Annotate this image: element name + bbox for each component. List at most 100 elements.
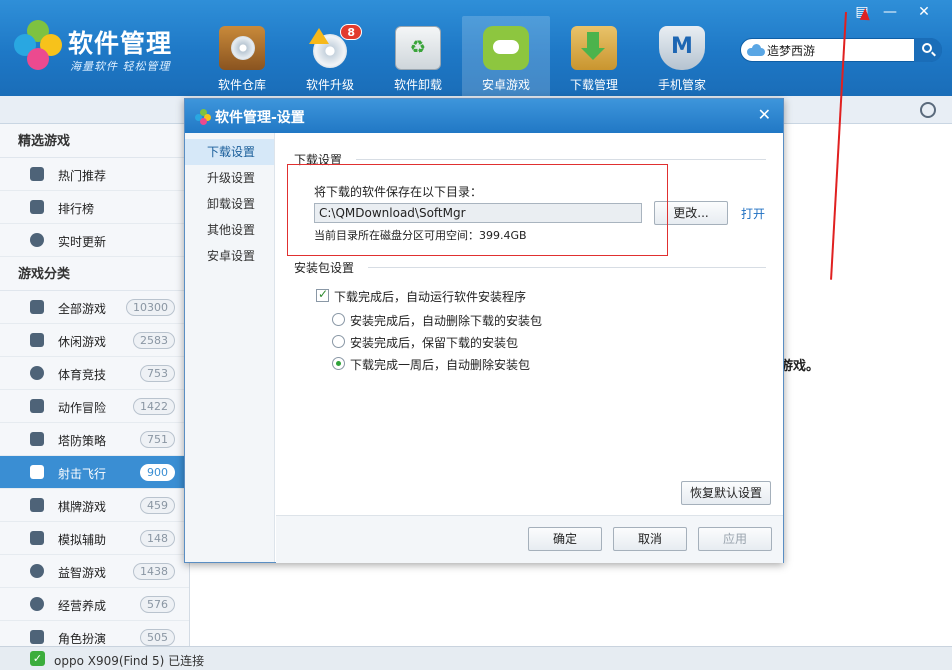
auto-install-checkbox[interactable] [316, 287, 329, 302]
sidebar-item-sports[interactable]: 体育竞技 753 [0, 357, 189, 390]
radio-delete-after-week[interactable] [332, 357, 345, 370]
sidebar-section-categories: 游戏分类 [0, 257, 189, 291]
count-badge: 2583 [133, 332, 175, 349]
shield-m-icon: M [659, 26, 705, 70]
count-badge: 576 [140, 596, 175, 613]
cup-icon [30, 333, 44, 347]
person-icon [30, 630, 44, 644]
grid-icon [30, 300, 44, 314]
refresh-icon[interactable] [920, 102, 936, 118]
dialog-titlebar: 软件管理-设置 ✕ [185, 99, 783, 133]
disc-box-icon [219, 26, 265, 70]
trophy-icon [30, 200, 44, 214]
cancel-button[interactable]: 取消 [613, 527, 687, 551]
sidebar-item-hot[interactable]: 热门推荐 [0, 158, 189, 191]
tab-upgrade-settings[interactable]: 升级设置 [185, 165, 274, 191]
bulb-icon [30, 564, 44, 578]
count-badge: 753 [140, 365, 175, 382]
radio-keep-package[interactable] [332, 335, 345, 348]
sidebar-item-shooting[interactable]: 射击飞行 900 [0, 456, 189, 489]
device-status: oppo X909(Find 5) 已连接 [54, 654, 205, 668]
nav-software-uninstall[interactable]: ♻ 软件卸载 [374, 16, 462, 96]
pie-icon [30, 597, 44, 611]
count-badge: 1422 [133, 398, 175, 415]
ball-icon [30, 366, 44, 380]
main-content-text: 游戏。 [780, 359, 820, 374]
count-badge: 10300 [126, 299, 175, 316]
app-title: 软件管理 [68, 29, 173, 58]
chess-icon [30, 498, 44, 512]
app-slogan: 海量软件 轻松管理 [70, 60, 171, 73]
sidebar-item-action[interactable]: 动作冒险 1422 [0, 390, 189, 423]
open-folder-link[interactable]: 打开 [741, 205, 765, 222]
sidebar-item-ranking[interactable]: 排行榜 [0, 191, 189, 224]
android-gamepad-icon [483, 26, 529, 70]
app-logo-icon [195, 109, 211, 125]
sidebar-item-casual[interactable]: 休闲游戏 2583 [0, 324, 189, 357]
plane-icon [30, 465, 44, 479]
nav-android-games[interactable]: 安卓游戏 [462, 16, 550, 96]
dialog-title: 软件管理-设置 [215, 110, 305, 126]
annotation-arrow-head [859, 7, 871, 21]
dialog-nav: 下载设置 升级设置 卸载设置 其他设置 安卓设置 [185, 133, 275, 562]
radio-delete-after-install[interactable] [332, 313, 345, 326]
section-install-title: 安装包设置 [294, 261, 355, 275]
ok-button[interactable]: 确定 [528, 527, 602, 551]
recycle-bin-icon: ♻ [395, 26, 441, 70]
divider [368, 267, 766, 268]
check-icon: ✓ [30, 651, 45, 666]
download-folder-icon [571, 26, 617, 70]
count-badge: 459 [140, 497, 175, 514]
option-label: 下载完成一周后，自动删除安装包 [350, 358, 531, 372]
count-badge: 505 [140, 629, 175, 646]
dialog-close-button[interactable]: ✕ [758, 105, 771, 124]
main-nav: 软件仓库 8 软件升级 ♻ 软件卸载 安卓游戏 下载管理 M 手机管家 [198, 16, 726, 96]
count-badge: 900 [140, 464, 175, 481]
sidebar-item-tower[interactable]: 塔防策略 751 [0, 423, 189, 456]
count-badge: 1438 [133, 563, 175, 580]
sidebar-item-chess[interactable]: 棋牌游戏 459 [0, 489, 189, 522]
cloud-icon [747, 44, 765, 56]
clock-icon [30, 233, 44, 247]
status-bar: ✓ oppo X909(Find 5) 已连接 [0, 646, 952, 670]
tab-android-settings[interactable]: 安卓设置 [185, 243, 274, 269]
search-button[interactable] [914, 38, 942, 62]
sidebar-item-realtime[interactable]: 实时更新 [0, 224, 189, 257]
dialog-footer: 确定 取消 应用 [276, 515, 783, 563]
close-window-button[interactable]: ✕ [910, 0, 938, 26]
sidebar-item-puzzle[interactable]: 益智游戏 1438 [0, 555, 189, 588]
nav-software-upgrade[interactable]: 8 软件升级 [286, 16, 374, 96]
option-label: 安装完成后，自动删除下载的安装包 [350, 314, 543, 328]
sidebar-item-rpg[interactable]: 角色扮演 505 [0, 621, 189, 646]
app-header: 软件管理 海量软件 轻松管理 软件仓库 8 软件升级 ♻ 软件卸载 安卓游戏 下… [0, 0, 952, 96]
tab-other-settings[interactable]: 其他设置 [185, 217, 274, 243]
divider [356, 159, 766, 160]
search-box [740, 38, 942, 62]
restore-defaults-button[interactable]: 恢复默认设置 [681, 481, 771, 505]
sidebar-item-all[interactable]: 全部游戏 10300 [0, 291, 189, 324]
minimize-button[interactable]: — [876, 0, 904, 26]
count-badge: 148 [140, 530, 175, 547]
highlight-box [287, 164, 668, 256]
upgrade-count-badge: 8 [340, 24, 362, 40]
nav-software-store[interactable]: 软件仓库 [198, 16, 286, 96]
search-input[interactable] [767, 42, 913, 58]
settings-dialog: 软件管理-设置 ✕ 下载设置 升级设置 卸载设置 其他设置 安卓设置 下载设置 … [184, 98, 784, 563]
sidebar-item-management[interactable]: 经营养成 576 [0, 588, 189, 621]
runner-icon [30, 399, 44, 413]
wrench-icon [30, 531, 44, 545]
nav-phone-manager[interactable]: M 手机管家 [638, 16, 726, 96]
tab-uninstall-settings[interactable]: 卸载设置 [185, 191, 274, 217]
app-logo-icon [14, 20, 62, 72]
sidebar: 精选游戏 热门推荐 排行榜 实时更新 游戏分类 全部游戏 10300 休闲游戏 … [0, 124, 190, 646]
apply-button[interactable]: 应用 [698, 527, 772, 551]
option-label: 安装完成后，保留下载的安装包 [350, 336, 519, 350]
sidebar-section-featured: 精选游戏 [0, 124, 189, 158]
thumbs-up-icon [30, 167, 44, 181]
auto-install-label: 下载完成后，自动运行软件安装程序 [334, 290, 527, 304]
count-badge: 751 [140, 431, 175, 448]
tab-download-settings[interactable]: 下载设置 [185, 139, 274, 165]
nav-download-manager[interactable]: 下载管理 [550, 16, 638, 96]
sidebar-item-simulation[interactable]: 模拟辅助 148 [0, 522, 189, 555]
tower-icon [30, 432, 44, 446]
